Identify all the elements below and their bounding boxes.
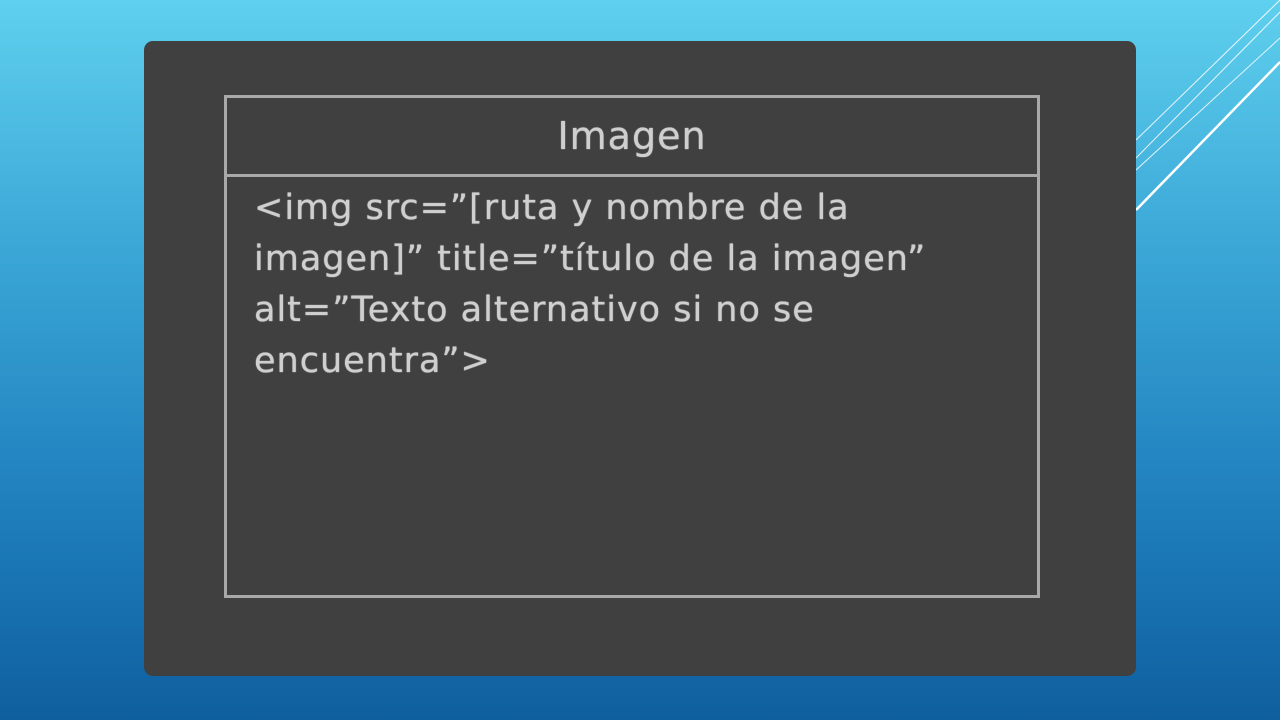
table-header-label: Imagen	[557, 114, 707, 158]
decorative-lines	[1135, 0, 1280, 211]
table-header: Imagen	[227, 98, 1037, 177]
content-panel: Imagen <img src=”[ruta y nombre de la im…	[144, 41, 1136, 676]
deco-line-1	[1135, 0, 1280, 141]
table-cell-code: <img src=”[ruta y nombre de la imagen]” …	[254, 188, 927, 381]
deco-line-3	[1135, 37, 1280, 171]
image-tag-table: Imagen <img src=”[ruta y nombre de la im…	[224, 95, 1040, 598]
